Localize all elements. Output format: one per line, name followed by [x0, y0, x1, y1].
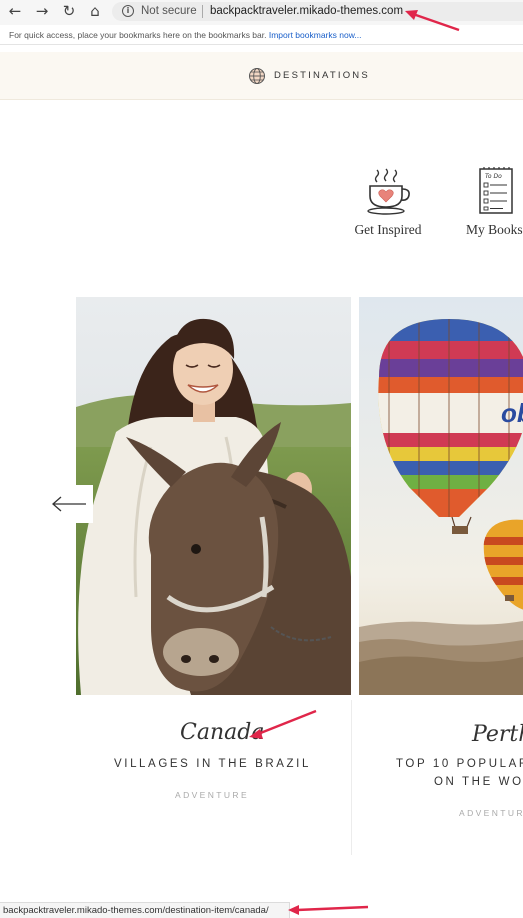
category-label: My Books — [466, 222, 523, 237]
card-title[interactable]: TOP 10 POPULAR — [396, 758, 523, 770]
category-get-inspired[interactable]: Get Inspired — [343, 165, 433, 238]
coffee-cup-heart-icon — [367, 168, 410, 215]
site-header: DESTINATIONS — [0, 52, 523, 100]
browser-toolbar: ← → ↻ ⌂ i Not secure backpacktraveler.mi… — [0, 0, 523, 25]
woman-donkey-photo — [76, 297, 351, 695]
url-text[interactable]: backpacktraveler.mikado-themes.com — [210, 5, 403, 17]
prev-slide-button[interactable] — [48, 485, 93, 523]
destination-script-label[interactable]: Canada — [180, 720, 264, 745]
svg-text:ob: ob — [501, 398, 523, 428]
svg-text:To Do: To Do — [485, 173, 502, 180]
canada-destination-image[interactable] — [76, 297, 351, 695]
globe-icon — [249, 68, 265, 84]
card-category[interactable]: ADVENTUR — [459, 808, 523, 818]
balloons-photo: ob — [359, 297, 523, 695]
bookmarks-bar: For quick access, place your bookmarks h… — [0, 25, 523, 45]
arrow-left-icon — [52, 496, 86, 512]
bookmarks-prompt: For quick access, place your bookmarks h… — [9, 30, 267, 40]
status-bar: backpacktraveler.mikado-themes.com/desti… — [0, 902, 290, 918]
destination-script-label[interactable]: Perth — [472, 722, 523, 747]
destinations-nav-link[interactable]: DESTINATIONS — [274, 70, 370, 81]
status-url: backpacktraveler.mikado-themes.com/desti… — [3, 905, 269, 916]
category-label: Get Inspired — [354, 222, 422, 237]
card-category[interactable]: ADVENTURE — [175, 790, 249, 800]
info-icon[interactable]: i — [122, 5, 134, 17]
card-title[interactable]: VILLAGES IN THE BRAZIL — [114, 758, 311, 770]
import-bookmarks-link[interactable]: Import bookmarks now... — [269, 30, 362, 40]
card-divider — [351, 700, 352, 855]
annotation-arrow-status — [288, 905, 369, 915]
address-separator — [202, 5, 203, 18]
home-icon[interactable]: ⌂ — [86, 2, 104, 20]
perth-destination-image[interactable]: ob — [359, 297, 523, 695]
security-label: Not secure — [141, 5, 197, 17]
todo-list-icon: To Do — [479, 167, 513, 214]
back-arrow-icon[interactable]: ← — [6, 2, 24, 20]
address-bar[interactable]: i Not secure backpacktraveler.mikado-the… — [112, 2, 523, 21]
reload-icon[interactable]: ↻ — [60, 2, 78, 20]
card-title[interactable]: ON THE WO — [434, 776, 523, 788]
forward-arrow-icon[interactable]: → — [33, 2, 51, 20]
category-my-books[interactable]: To Do My Books — [460, 165, 523, 238]
